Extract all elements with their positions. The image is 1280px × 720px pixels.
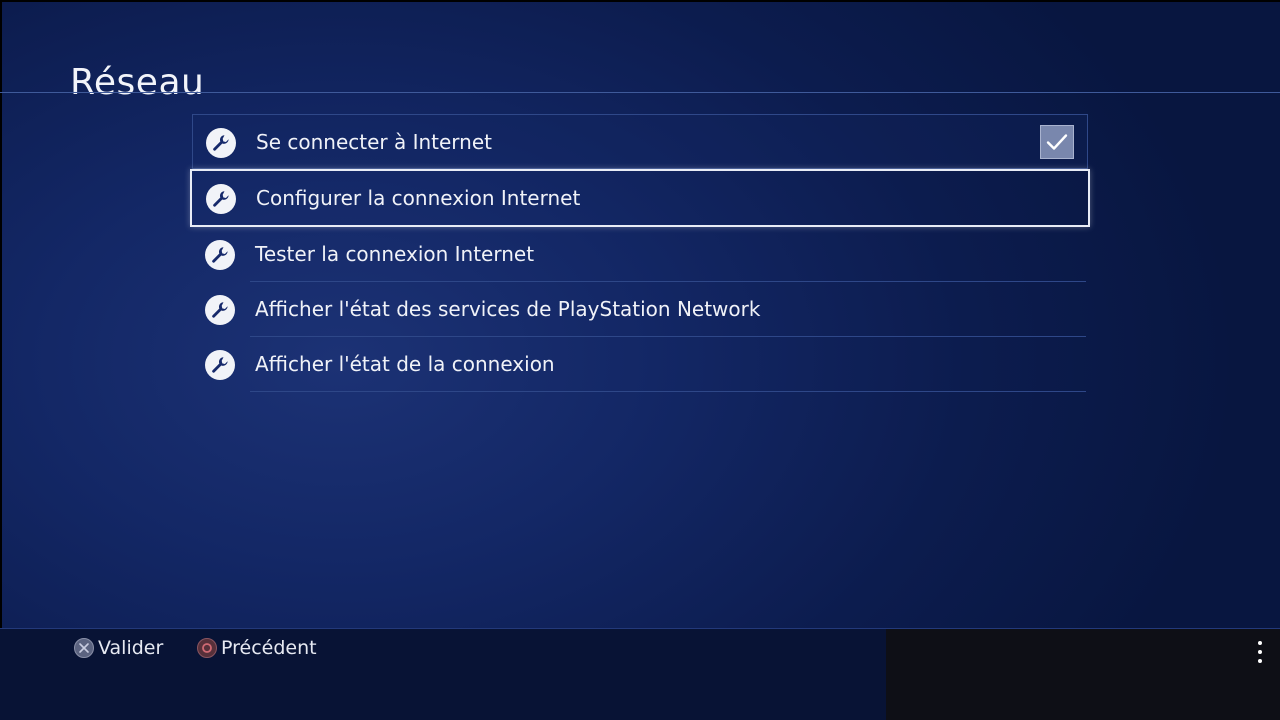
footer-dark-panel	[886, 629, 1280, 720]
confirm-button-hint[interactable]: Valider	[74, 637, 163, 659]
options-dot	[1258, 659, 1262, 663]
cross-button-icon	[74, 638, 94, 658]
wrench-icon	[206, 184, 236, 214]
options-dot	[1258, 641, 1262, 645]
back-button-hint[interactable]: Précédent	[197, 637, 317, 659]
menu-item-psn-status[interactable]: Afficher l'état des services de PlayStat…	[192, 282, 1088, 337]
menu-item-label: Se connecter à Internet	[256, 130, 492, 154]
menu-item-label: Configurer la connexion Internet	[256, 186, 581, 210]
wrench-icon	[205, 240, 235, 270]
back-label: Précédent	[221, 637, 317, 659]
wrench-icon	[206, 128, 236, 158]
circle-button-icon	[197, 638, 217, 658]
menu-item-configure-connection[interactable]: Configurer la connexion Internet	[190, 169, 1090, 227]
footer-bar: Valider Précédent	[0, 629, 1280, 720]
menu-item-label: Afficher l'état des services de PlayStat…	[255, 297, 761, 321]
menu-item-test-connection[interactable]: Tester la connexion Internet	[192, 227, 1088, 282]
wrench-icon	[205, 350, 235, 380]
menu-item-connect-to-internet[interactable]: Se connecter à Internet	[192, 114, 1088, 169]
menu-item-label: Tester la connexion Internet	[255, 242, 535, 266]
confirm-label: Valider	[98, 637, 164, 659]
page-title: Réseau	[70, 62, 205, 104]
options-menu-icon[interactable]	[1256, 641, 1264, 663]
title-divider	[0, 92, 1280, 93]
menu-item-connection-status[interactable]: Afficher l'état de la connexion	[192, 337, 1088, 392]
wrench-icon	[205, 295, 235, 325]
options-dot	[1258, 650, 1262, 654]
network-settings-menu: Se connecter à Internet Configurer la co…	[190, 114, 1090, 392]
checkmark-icon	[1046, 134, 1068, 150]
menu-item-label: Afficher l'état de la connexion	[255, 352, 555, 376]
connect-checkbox[interactable]	[1040, 125, 1074, 159]
item-divider	[250, 391, 1086, 392]
